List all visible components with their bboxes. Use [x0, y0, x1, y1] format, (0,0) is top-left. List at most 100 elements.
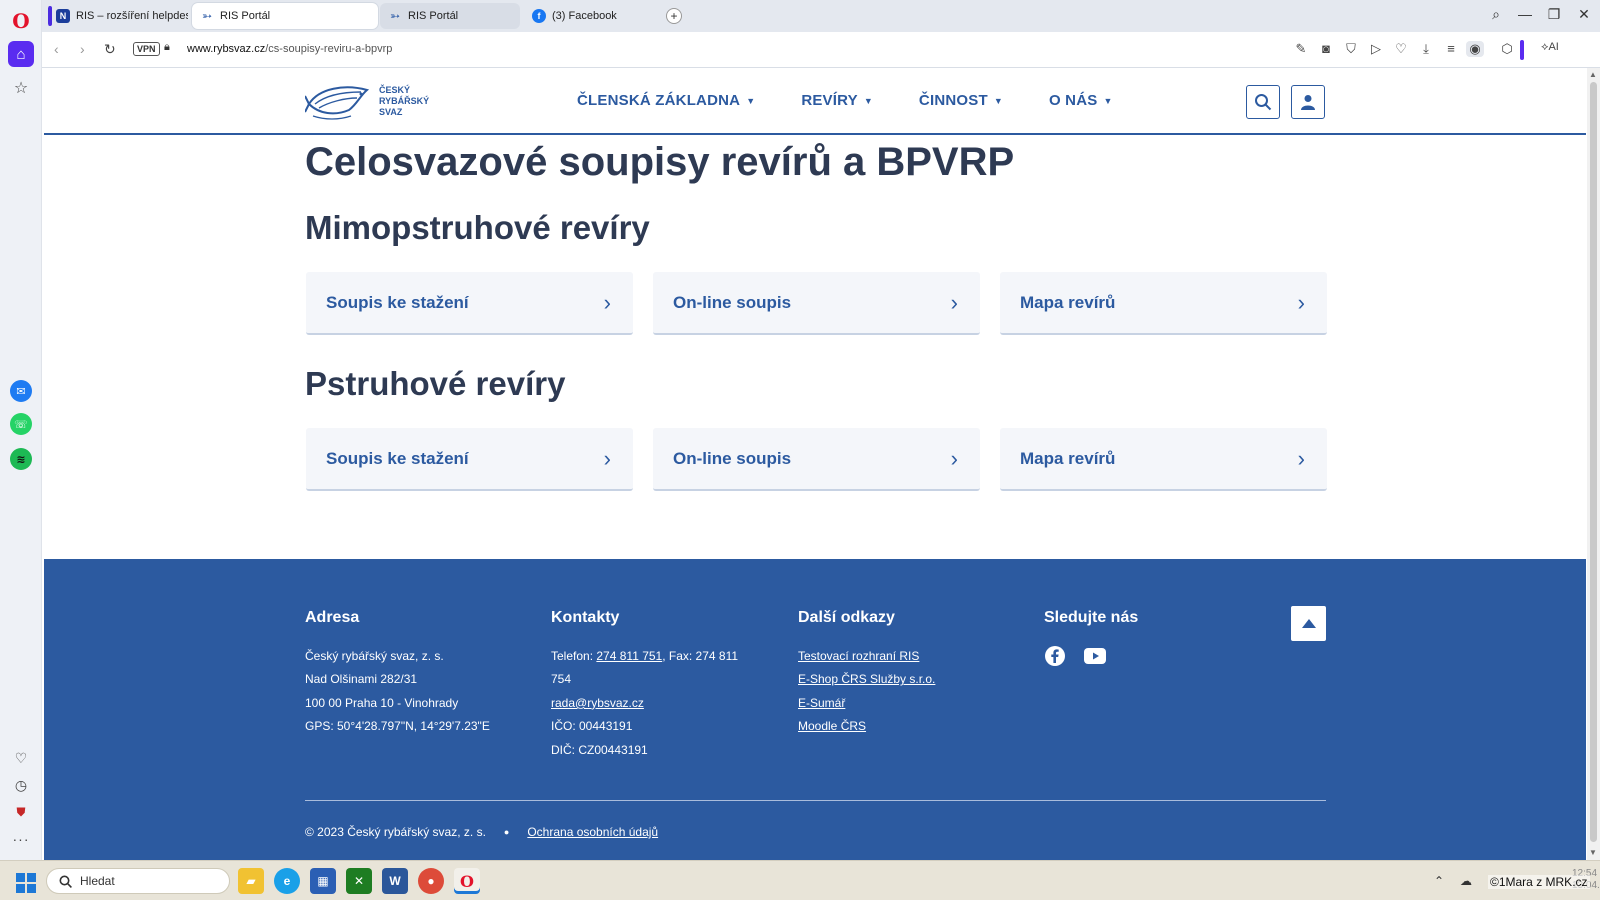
- home-icon[interactable]: ⌂: [8, 41, 34, 67]
- section-title-mimopstruhove: Mimopstruhové revíry: [305, 209, 650, 246]
- close-icon[interactable]: ✕: [1574, 6, 1594, 23]
- more-icon[interactable]: ···: [8, 826, 34, 852]
- history-icon[interactable]: ◷: [8, 772, 34, 798]
- scroll-to-top-button[interactable]: [1291, 606, 1326, 641]
- tab-ris-portal-active[interactable]: ➳ RIS Portál: [192, 3, 378, 29]
- card-soupis-ke-stazeni-mimopstruhove[interactable]: Soupis ke stažení ›: [306, 272, 633, 335]
- tab-ris-portal[interactable]: ➳ RIS Portál: [380, 3, 520, 29]
- chevron-right-icon: ›: [950, 289, 958, 315]
- store-icon[interactable]: ▦: [310, 868, 336, 894]
- adblock-shield-icon[interactable]: ⛊: [8, 799, 34, 825]
- forward-arrow-icon[interactable]: ›: [80, 41, 85, 57]
- spotify-icon[interactable]: ≋: [10, 448, 32, 470]
- card-label: On-line soupis: [673, 292, 792, 312]
- scroll-thumb[interactable]: [1590, 82, 1597, 842]
- youtube-icon[interactable]: [1084, 645, 1106, 667]
- opera-logo-icon[interactable]: O: [8, 8, 34, 34]
- footer-divider: [305, 800, 1326, 801]
- star-icon[interactable]: ☆: [8, 75, 34, 101]
- file-explorer-icon[interactable]: ▰: [238, 868, 264, 894]
- sidebar-indicator: [1520, 40, 1524, 60]
- bullet-separator: ●: [503, 827, 510, 837]
- heart-outline-icon[interactable]: ♡: [1392, 41, 1410, 57]
- social-icons: [1044, 645, 1138, 667]
- nav-label: REVÍRY: [801, 92, 858, 109]
- restore-icon[interactable]: ❐: [1544, 6, 1564, 23]
- messenger-icon[interactable]: ✉: [10, 380, 32, 402]
- shield-icon[interactable]: ⛉: [1342, 41, 1360, 57]
- extensions-cube-icon[interactable]: ⬡: [1498, 41, 1516, 57]
- site-search-button[interactable]: [1246, 85, 1280, 119]
- edit-icon[interactable]: ✎: [1292, 41, 1310, 57]
- fax-line-cont: 754: [551, 672, 572, 687]
- onedrive-cloud-icon[interactable]: ☁: [1460, 874, 1472, 888]
- vpn-badge[interactable]: VPN: [133, 42, 160, 56]
- page-scrollbar[interactable]: ▲ ▼: [1587, 68, 1600, 860]
- link-esumar[interactable]: E-Sumář: [798, 696, 845, 710]
- new-tab-plus-icon[interactable]: +: [666, 8, 682, 24]
- card-soupis-ke-stazeni-pstruhove[interactable]: Soupis ke stažení ›: [306, 428, 633, 491]
- whatsapp-icon[interactable]: ☏: [10, 413, 32, 435]
- address-line: Nad Olšinami 282/31: [305, 672, 418, 687]
- user-account-button[interactable]: [1291, 85, 1325, 119]
- lock-icon[interactable]: 🔒︎: [164, 41, 170, 54]
- nav-clenska-zakladna[interactable]: ČLENSKÁ ZÁKLADNA ▼: [577, 92, 755, 109]
- crs-logo[interactable]: ČESKÝ RYBÁŘSKÝ SVAZ: [305, 82, 439, 120]
- camera-icon[interactable]: ◙: [1317, 41, 1335, 56]
- card-mapa-reviru-pstruhove[interactable]: Mapa revírů ›: [1000, 428, 1327, 491]
- phone-line: Telefon: 274 811 751, Fax: 274 811: [551, 645, 751, 668]
- xbox-icon[interactable]: ✕: [346, 868, 372, 894]
- tray-chevron-up-icon[interactable]: ⌃: [1434, 874, 1444, 888]
- card-online-soupis-pstruhove[interactable]: On-line soupis ›: [653, 428, 980, 491]
- nav-o-nas[interactable]: O NÁS ▼: [1049, 92, 1113, 109]
- facebook-favicon-icon: f: [532, 9, 546, 23]
- back-arrow-icon[interactable]: ‹: [54, 41, 59, 57]
- reload-icon[interactable]: ↻: [104, 41, 116, 58]
- scroll-down-arrow-icon[interactable]: ▼: [1589, 848, 1597, 857]
- browser-sidebar: O ⌂ ☆ ✉ ☏ ≋ ♡ ◷ ⛊ ···: [0, 0, 42, 860]
- footer-heading: Další odkazy: [798, 609, 895, 626]
- logo-line: ČESKÝ: [379, 84, 411, 95]
- tab-facebook[interactable]: f (3) Facebook: [524, 3, 664, 29]
- url-field[interactable]: www.rybsvaz.cz/cs-soupisy-reviru-a-bpvrp: [187, 43, 392, 55]
- edge-icon[interactable]: e: [274, 868, 300, 894]
- tab-search-icon[interactable]: ⌕: [1486, 6, 1506, 23]
- word-icon[interactable]: W: [382, 868, 408, 894]
- footer-bottom: © 2023 Český rybářský svaz, z. s. ● Ochr…: [305, 825, 658, 839]
- privacy-link[interactable]: Ochrana osobních údajů: [527, 825, 658, 839]
- card-online-soupis-mimopstruhove[interactable]: On-line soupis ›: [653, 272, 980, 335]
- tab-ris-helpdesk[interactable]: N RIS – rozšíření helpdesku ...: [48, 3, 188, 29]
- minimize-icon[interactable]: —: [1515, 6, 1535, 22]
- nav-cinnost[interactable]: ČINNOST ▼: [919, 92, 1003, 109]
- phone-link[interactable]: 274 811 751: [596, 649, 662, 663]
- chevron-right-icon: ›: [603, 445, 611, 471]
- email-link[interactable]: rada@rybsvaz.cz: [551, 696, 644, 710]
- facebook-icon[interactable]: [1044, 645, 1066, 667]
- profile-icon[interactable]: ◉: [1466, 41, 1484, 57]
- heart-icon[interactable]: ♡: [8, 745, 34, 771]
- ai-button[interactable]: ⟡AI: [1536, 41, 1564, 54]
- chevron-right-icon: ›: [603, 289, 611, 315]
- footer-heading: Kontakty: [551, 609, 620, 626]
- gps-line: GPS: 50°4'28.797"N, 14°29'7.23"E: [305, 719, 490, 734]
- taskbar-search[interactable]: Hledat: [46, 868, 230, 894]
- scroll-up-arrow-icon[interactable]: ▲: [1589, 70, 1597, 79]
- play-icon[interactable]: ▷: [1367, 41, 1385, 57]
- link-testovaci-rozhrani[interactable]: Testovací rozhraní RIS: [798, 649, 919, 663]
- site-footer: Adresa Český rybářský svaz, z. s. Nad Ol…: [44, 559, 1586, 860]
- link-eshop[interactable]: E-Shop ČRS Služby s.r.o.: [798, 672, 935, 686]
- menu-lines-icon[interactable]: ≡: [1442, 41, 1460, 56]
- card-label: Soupis ke stažení: [326, 292, 469, 312]
- caret-down-icon: ▼: [1103, 95, 1113, 106]
- card-mapa-reviru-mimopstruhove[interactable]: Mapa revírů ›: [1000, 272, 1327, 335]
- nav-reviry[interactable]: REVÍRY ▼: [801, 92, 873, 109]
- download-icon[interactable]: ⤓: [1417, 41, 1435, 57]
- logo-line: RYBÁŘSKÝ: [379, 95, 430, 106]
- caret-down-icon: ▼: [746, 95, 756, 106]
- link-moodle[interactable]: Moodle ČRS: [798, 719, 866, 733]
- tab-label: RIS Portál: [408, 10, 459, 22]
- chrome-icon[interactable]: ●: [418, 868, 444, 894]
- windows-start-icon[interactable]: [16, 873, 36, 893]
- tab-label: (3) Facebook: [552, 10, 617, 22]
- opera-taskbar-icon[interactable]: O: [454, 868, 480, 894]
